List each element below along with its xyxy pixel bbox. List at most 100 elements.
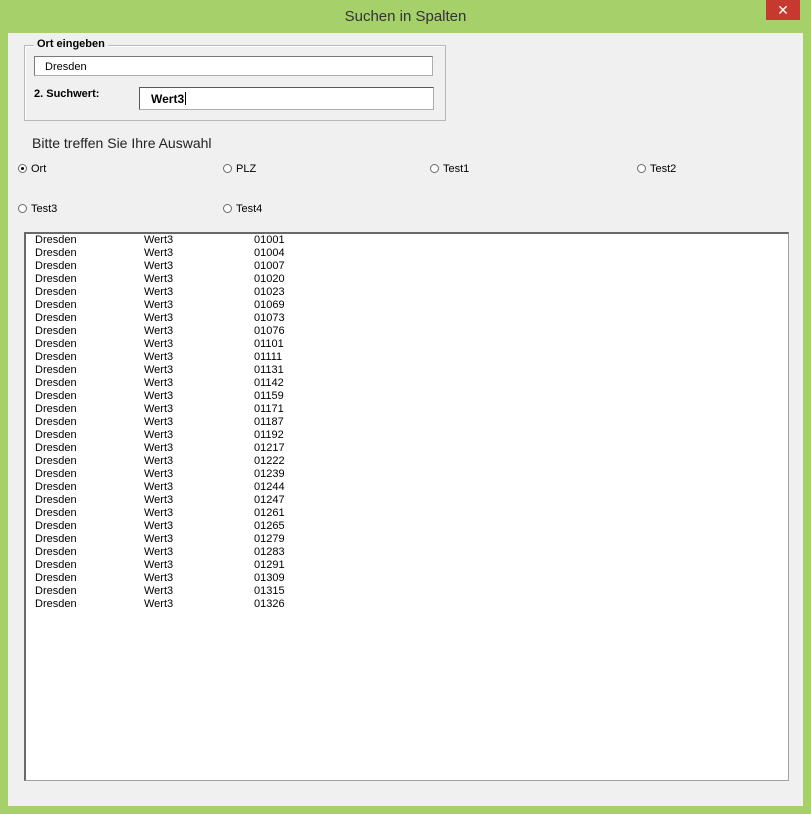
list-cell-plz: 01101	[254, 338, 284, 350]
list-item[interactable]: Dresden Wert3 01159	[26, 390, 788, 403]
list-item[interactable]: Dresden Wert3 01142	[26, 377, 788, 390]
list-cell-plz: 01217	[254, 442, 285, 454]
radio-test1[interactable]: Test1	[430, 163, 469, 175]
list-cell-wert: Wert3	[144, 455, 174, 467]
list-item[interactable]: Dresden Wert3 01291	[26, 559, 788, 572]
list-cell-ort: Dresden	[35, 468, 77, 480]
list-item[interactable]: Dresden Wert3 01261	[26, 507, 788, 520]
ort-group-legend: Ort eingeben	[34, 38, 108, 50]
suchwert-value: Wert3	[151, 92, 185, 106]
list-cell-ort: Dresden	[35, 377, 77, 389]
list-cell-plz: 01076	[254, 325, 285, 337]
list-cell-wert: Wert3	[144, 494, 174, 506]
list-item[interactable]: Dresden Wert3 01101	[26, 338, 788, 351]
list-cell-wert: Wert3	[144, 247, 174, 259]
dialog-window: Suchen in Spalten ✕ Ort eingeben Dresden…	[0, 0, 811, 814]
list-cell-wert: Wert3	[144, 598, 174, 610]
list-cell-wert: Wert3	[144, 481, 174, 493]
list-cell-ort: Dresden	[35, 455, 77, 467]
list-item[interactable]: Dresden Wert3 01069	[26, 299, 788, 312]
radio-icon	[223, 204, 232, 213]
list-cell-ort: Dresden	[35, 442, 77, 454]
suchwert-input[interactable]: Wert3	[139, 87, 434, 110]
list-cell-wert: Wert3	[144, 377, 174, 389]
list-cell-ort: Dresden	[35, 390, 77, 402]
list-cell-ort: Dresden	[35, 351, 77, 363]
list-cell-wert: Wert3	[144, 520, 174, 532]
title-bar[interactable]: Suchen in Spalten ✕	[0, 0, 811, 33]
list-cell-wert: Wert3	[144, 429, 174, 441]
radio-icon	[18, 204, 27, 213]
list-item[interactable]: Dresden Wert3 01239	[26, 468, 788, 481]
list-cell-plz: 01279	[254, 533, 285, 545]
list-item[interactable]: Dresden Wert3 01131	[26, 364, 788, 377]
list-cell-plz: 01007	[254, 260, 285, 272]
radio-plz[interactable]: PLZ	[223, 163, 256, 175]
list-cell-plz: 01131	[254, 364, 284, 376]
list-cell-wert: Wert3	[144, 442, 174, 454]
list-cell-ort: Dresden	[35, 546, 77, 558]
list-item[interactable]: Dresden Wert3 01326	[26, 598, 788, 611]
ort-input[interactable]: Dresden	[34, 56, 433, 76]
list-cell-plz: 01244	[254, 481, 285, 493]
list-cell-wert: Wert3	[144, 390, 174, 402]
list-cell-ort: Dresden	[35, 429, 77, 441]
radio-label: Ort	[31, 163, 47, 175]
list-cell-ort: Dresden	[35, 598, 77, 610]
list-cell-plz: 01069	[254, 299, 285, 311]
list-cell-wert: Wert3	[144, 299, 174, 311]
list-item[interactable]: Dresden Wert3 01309	[26, 572, 788, 585]
list-cell-plz: 01326	[254, 598, 285, 610]
radio-label: Test3	[31, 203, 58, 215]
radio-test4[interactable]: Test4	[223, 203, 262, 215]
list-item[interactable]: Dresden Wert3 01171	[26, 403, 788, 416]
list-item[interactable]: Dresden Wert3 01265	[26, 520, 788, 533]
radio-label: Test4	[236, 203, 263, 215]
list-item[interactable]: Dresden Wert3 01004	[26, 247, 788, 260]
radio-test2[interactable]: Test2	[637, 163, 676, 175]
radio-icon	[223, 164, 232, 173]
list-cell-plz: 01073	[254, 312, 285, 324]
list-item[interactable]: Dresden Wert3 01247	[26, 494, 788, 507]
list-cell-wert: Wert3	[144, 260, 174, 272]
list-item[interactable]: Dresden Wert3 01007	[26, 260, 788, 273]
ort-groupbox: Ort eingeben Dresden 2. Suchwert: Wert3	[24, 38, 446, 121]
list-item[interactable]: Dresden Wert3 01187	[26, 416, 788, 429]
list-cell-ort: Dresden	[35, 585, 77, 597]
list-item[interactable]: Dresden Wert3 01020	[26, 273, 788, 286]
list-item[interactable]: Dresden Wert3 01192	[26, 429, 788, 442]
list-item[interactable]: Dresden Wert3 01217	[26, 442, 788, 455]
list-cell-plz: 01023	[254, 286, 285, 298]
radio-icon	[18, 164, 27, 173]
list-item[interactable]: Dresden Wert3 01001	[26, 234, 788, 247]
list-cell-plz: 01111	[254, 351, 283, 363]
list-cell-wert: Wert3	[144, 351, 174, 363]
list-item[interactable]: Dresden Wert3 01023	[26, 286, 788, 299]
list-cell-plz: 01247	[254, 494, 285, 506]
list-cell-wert: Wert3	[144, 572, 174, 584]
close-button[interactable]: ✕	[766, 0, 800, 20]
list-item[interactable]: Dresden Wert3 01073	[26, 312, 788, 325]
list-cell-ort: Dresden	[35, 364, 77, 376]
list-cell-ort: Dresden	[35, 338, 77, 350]
list-cell-ort: Dresden	[35, 273, 77, 285]
list-item[interactable]: Dresden Wert3 01244	[26, 481, 788, 494]
list-item[interactable]: Dresden Wert3 01279	[26, 533, 788, 546]
list-cell-wert: Wert3	[144, 325, 174, 337]
list-item[interactable]: Dresden Wert3 01283	[26, 546, 788, 559]
radio-test3[interactable]: Test3	[18, 203, 57, 215]
radio-label: Test1	[443, 163, 470, 175]
list-cell-ort: Dresden	[35, 520, 77, 532]
list-item[interactable]: Dresden Wert3 01111	[26, 351, 788, 364]
list-cell-plz: 01239	[254, 468, 285, 480]
list-cell-ort: Dresden	[35, 286, 77, 298]
list-cell-ort: Dresden	[35, 312, 77, 324]
list-item[interactable]: Dresden Wert3 01076	[26, 325, 788, 338]
radio-label: PLZ	[236, 163, 257, 175]
list-cell-ort: Dresden	[35, 247, 77, 259]
results-listbox[interactable]: Dresden Wert3 01001 Dresden Wert3 01004 Dresde…	[24, 232, 789, 781]
radio-ort[interactable]: Ort	[18, 163, 46, 175]
list-item[interactable]: Dresden Wert3 01222	[26, 455, 788, 468]
list-cell-plz: 01283	[254, 546, 285, 558]
list-item[interactable]: Dresden Wert3 01315	[26, 585, 788, 598]
